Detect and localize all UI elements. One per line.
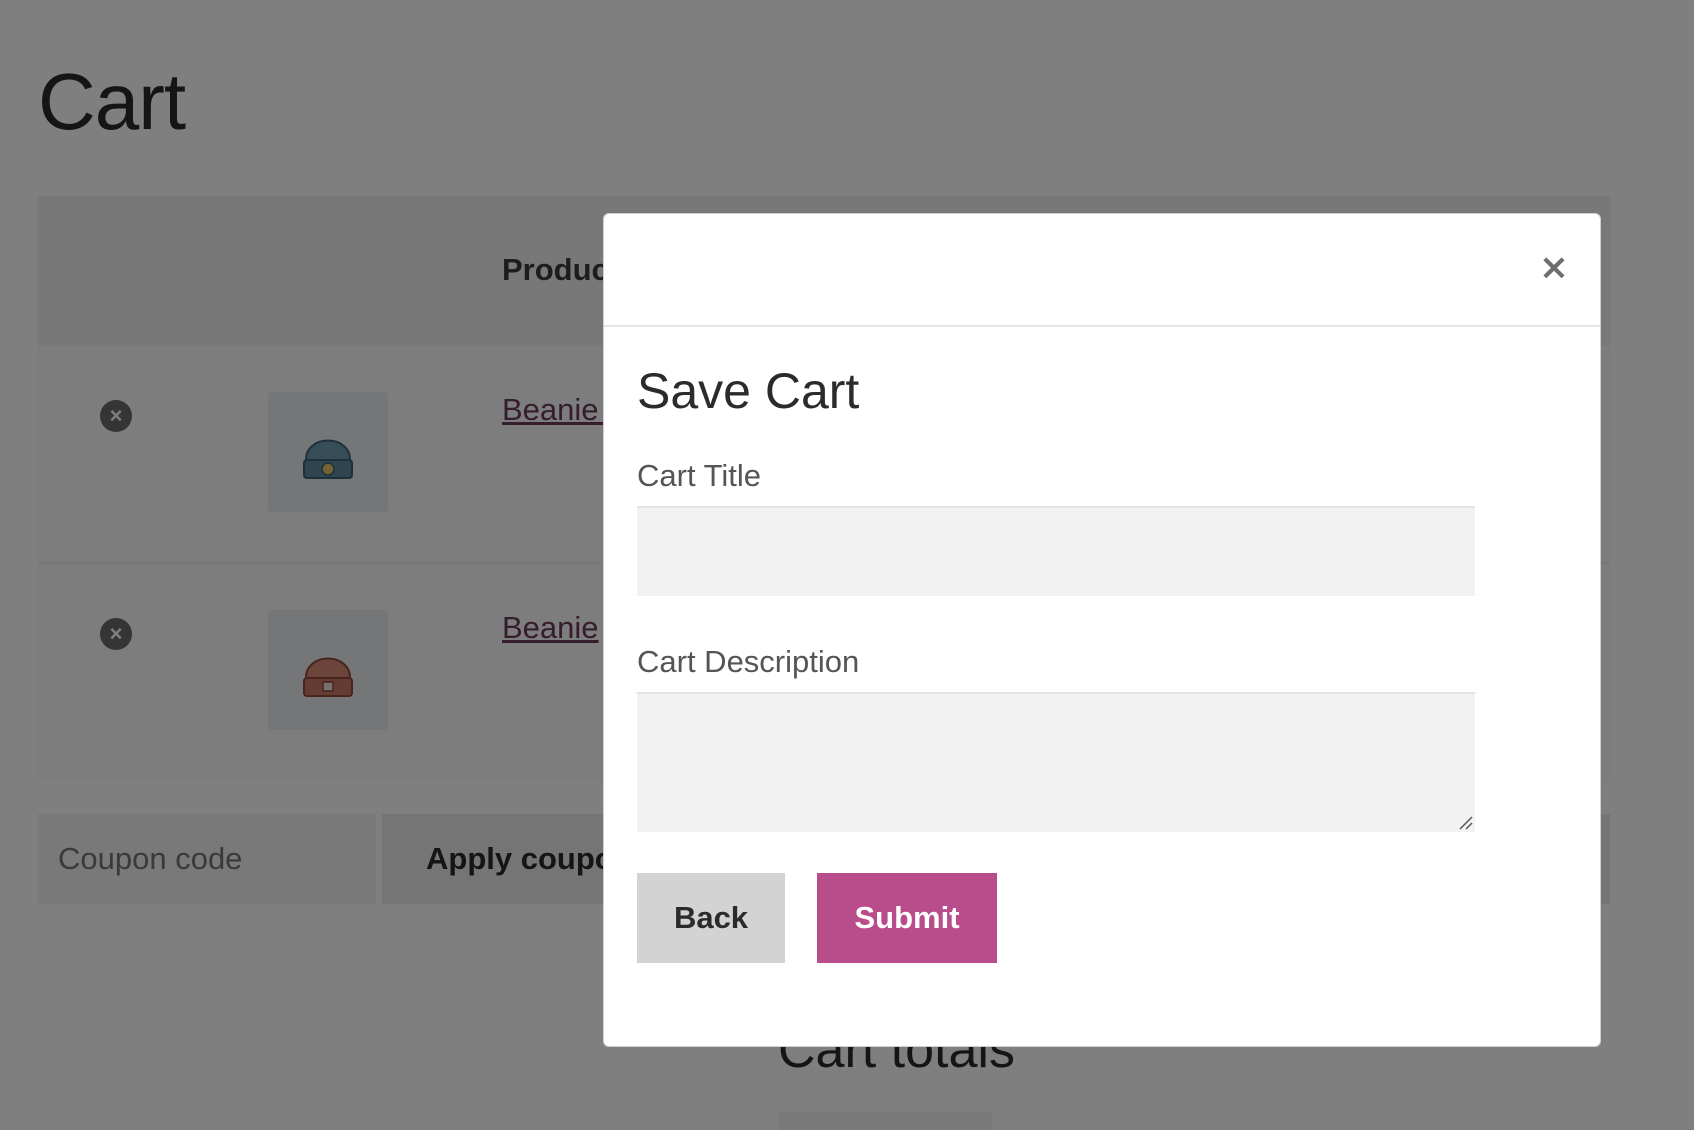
cart-description-label: Cart Description <box>637 644 860 679</box>
back-button[interactable]: Back <box>637 873 785 963</box>
modal-header: × <box>604 214 1600 327</box>
cart-title-input[interactable] <box>637 506 1475 596</box>
cart-description-textarea[interactable] <box>637 692 1475 832</box>
cart-title-label: Cart Title <box>637 458 762 493</box>
resize-handle-icon[interactable] <box>1457 814 1473 830</box>
modal-title: Save Cart <box>637 363 860 419</box>
close-icon[interactable]: × <box>1534 248 1574 288</box>
save-cart-modal: × Save Cart Cart Title Cart Description … <box>603 213 1601 1047</box>
submit-button[interactable]: Submit <box>817 873 997 963</box>
